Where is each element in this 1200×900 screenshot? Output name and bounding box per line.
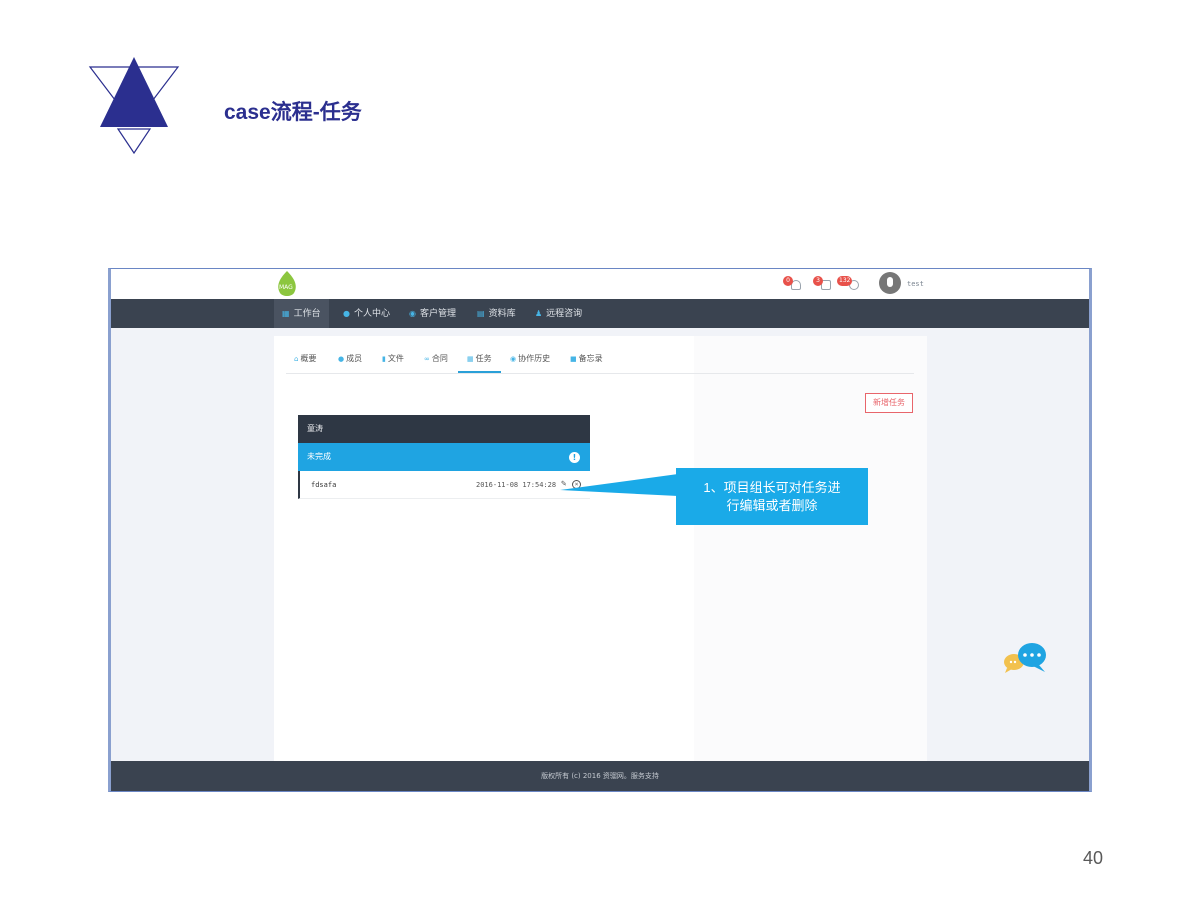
nav-item-label: 工作台 <box>293 309 321 319</box>
task-group-card: 童涛 未完成 ! fdsafa 2016-11-08 17:54:28 ✎ × <box>298 415 590 499</box>
app-screenshot: MAG 0 3 132 test ▦ 工作台 ● 个人中心 ◉ 客户管理 ▤ 资… <box>108 268 1092 792</box>
page-number: 40 <box>1083 848 1104 868</box>
home-icon: ⌂ <box>294 355 299 363</box>
tab-history[interactable]: ◉ 协作历史 <box>510 352 550 373</box>
user-icon: ● <box>343 309 350 318</box>
callout-line-1: 1、项目组长可对任务进 <box>703 480 841 495</box>
nav-item-customers[interactable]: ◉ 客户管理 <box>401 299 464 328</box>
nav-item-library[interactable]: ▤ 资料库 <box>469 299 524 328</box>
nav-item-consult[interactable]: ♟ 远程咨询 <box>527 299 590 328</box>
nav-item-workbench[interactable]: ▦ 工作台 <box>274 299 329 328</box>
main-nav: ▦ 工作台 ● 个人中心 ◉ 客户管理 ▤ 资料库 ♟ 远程咨询 <box>111 299 1089 328</box>
task-status-header[interactable]: 未完成 ! <box>298 443 590 471</box>
tab-overview[interactable]: ⌂ 概要 <box>294 352 316 373</box>
mail-notification[interactable]: 132 <box>837 276 863 292</box>
tab-label: 文件 <box>387 354 404 363</box>
tab-label: 协作历史 <box>518 354 551 363</box>
chat-icon: ◉ <box>409 309 416 318</box>
task-group-owner: 童涛 <box>298 415 590 443</box>
message-notification[interactable]: 3 <box>813 276 835 292</box>
calendar-icon: ▦ <box>467 355 474 363</box>
tab-label: 概要 <box>300 354 317 363</box>
slide: case流程-任务 MAG 0 3 132 test ▦ 工作台 ● 个人中心 … <box>0 0 1200 900</box>
database-icon: ▤ <box>477 309 485 318</box>
chat-bubbles-icon[interactable] <box>1003 642 1049 674</box>
grid-icon: ▦ <box>282 309 290 318</box>
new-task-button[interactable]: 新增任务 <box>865 393 913 413</box>
tab-files[interactable]: ▮ 文件 <box>382 352 404 373</box>
callout-pointer <box>560 474 678 496</box>
nav-item-label: 资料库 <box>488 309 516 319</box>
info-icon[interactable]: ! <box>569 452 580 463</box>
tab-members[interactable]: ● 成员 <box>338 352 362 373</box>
tab-tasks[interactable]: ▦ 任务 <box>458 352 501 373</box>
triangle-logo-icon <box>88 57 180 155</box>
mail-badge: 132 <box>837 276 853 286</box>
callout-annotation: 1、项目组长可对任务进 行编辑或者删除 <box>676 468 868 525</box>
tab-label: 备忘录 <box>578 354 603 363</box>
nav-item-label: 个人中心 <box>353 309 390 319</box>
nav-item-personal[interactable]: ● 个人中心 <box>335 299 398 328</box>
tab-label: 成员 <box>346 354 363 363</box>
callout-line-2: 行编辑或者删除 <box>726 498 818 513</box>
bell-badge: 0 <box>783 276 793 286</box>
app-logo-text: MAG <box>279 284 293 291</box>
tab-contracts[interactable]: ∞ 合同 <box>424 352 448 373</box>
task-time: 2016-11-08 17:54:28 <box>476 481 557 489</box>
tab-label: 任务 <box>475 354 492 363</box>
task-status-label: 未完成 <box>307 452 331 461</box>
top-bar: MAG 0 3 132 test <box>111 269 1089 299</box>
content-panel: ⌂ 概要 ● 成员 ▮ 文件 ∞ 合同 ▦ 任务 ◉ 协作历史 ■ 备忘录 新增任务 童涛 未… <box>274 336 927 761</box>
tab-label: 合同 <box>431 354 448 363</box>
link-icon: ∞ <box>424 355 430 363</box>
user-icon: ● <box>338 355 345 363</box>
comments-icon: ◉ <box>510 355 517 363</box>
footer: 版权所有 (c) 2016 资骝网。服务支持 <box>111 761 1089 791</box>
nav-item-label: 客户管理 <box>419 309 456 319</box>
message-badge: 3 <box>813 276 823 286</box>
tab-memo[interactable]: ■ 备忘录 <box>570 352 603 373</box>
avatar[interactable] <box>879 272 901 294</box>
file-icon: ▮ <box>382 355 386 363</box>
slide-title: case流程-任务 <box>224 101 362 124</box>
person-icon: ♟ <box>535 309 543 318</box>
bell-notification[interactable]: 0 <box>783 276 805 292</box>
task-row[interactable]: fdsafa 2016-11-08 17:54:28 ✎ × <box>298 471 590 499</box>
tab-bar: ⌂ 概要 ● 成员 ▮ 文件 ∞ 合同 ▦ 任务 ◉ 协作历史 ■ 备忘录 <box>286 352 914 374</box>
task-name: fdsafa <box>311 481 337 489</box>
username[interactable]: test <box>907 280 924 288</box>
nav-item-label: 远程咨询 <box>546 309 583 319</box>
note-icon: ■ <box>570 355 577 363</box>
